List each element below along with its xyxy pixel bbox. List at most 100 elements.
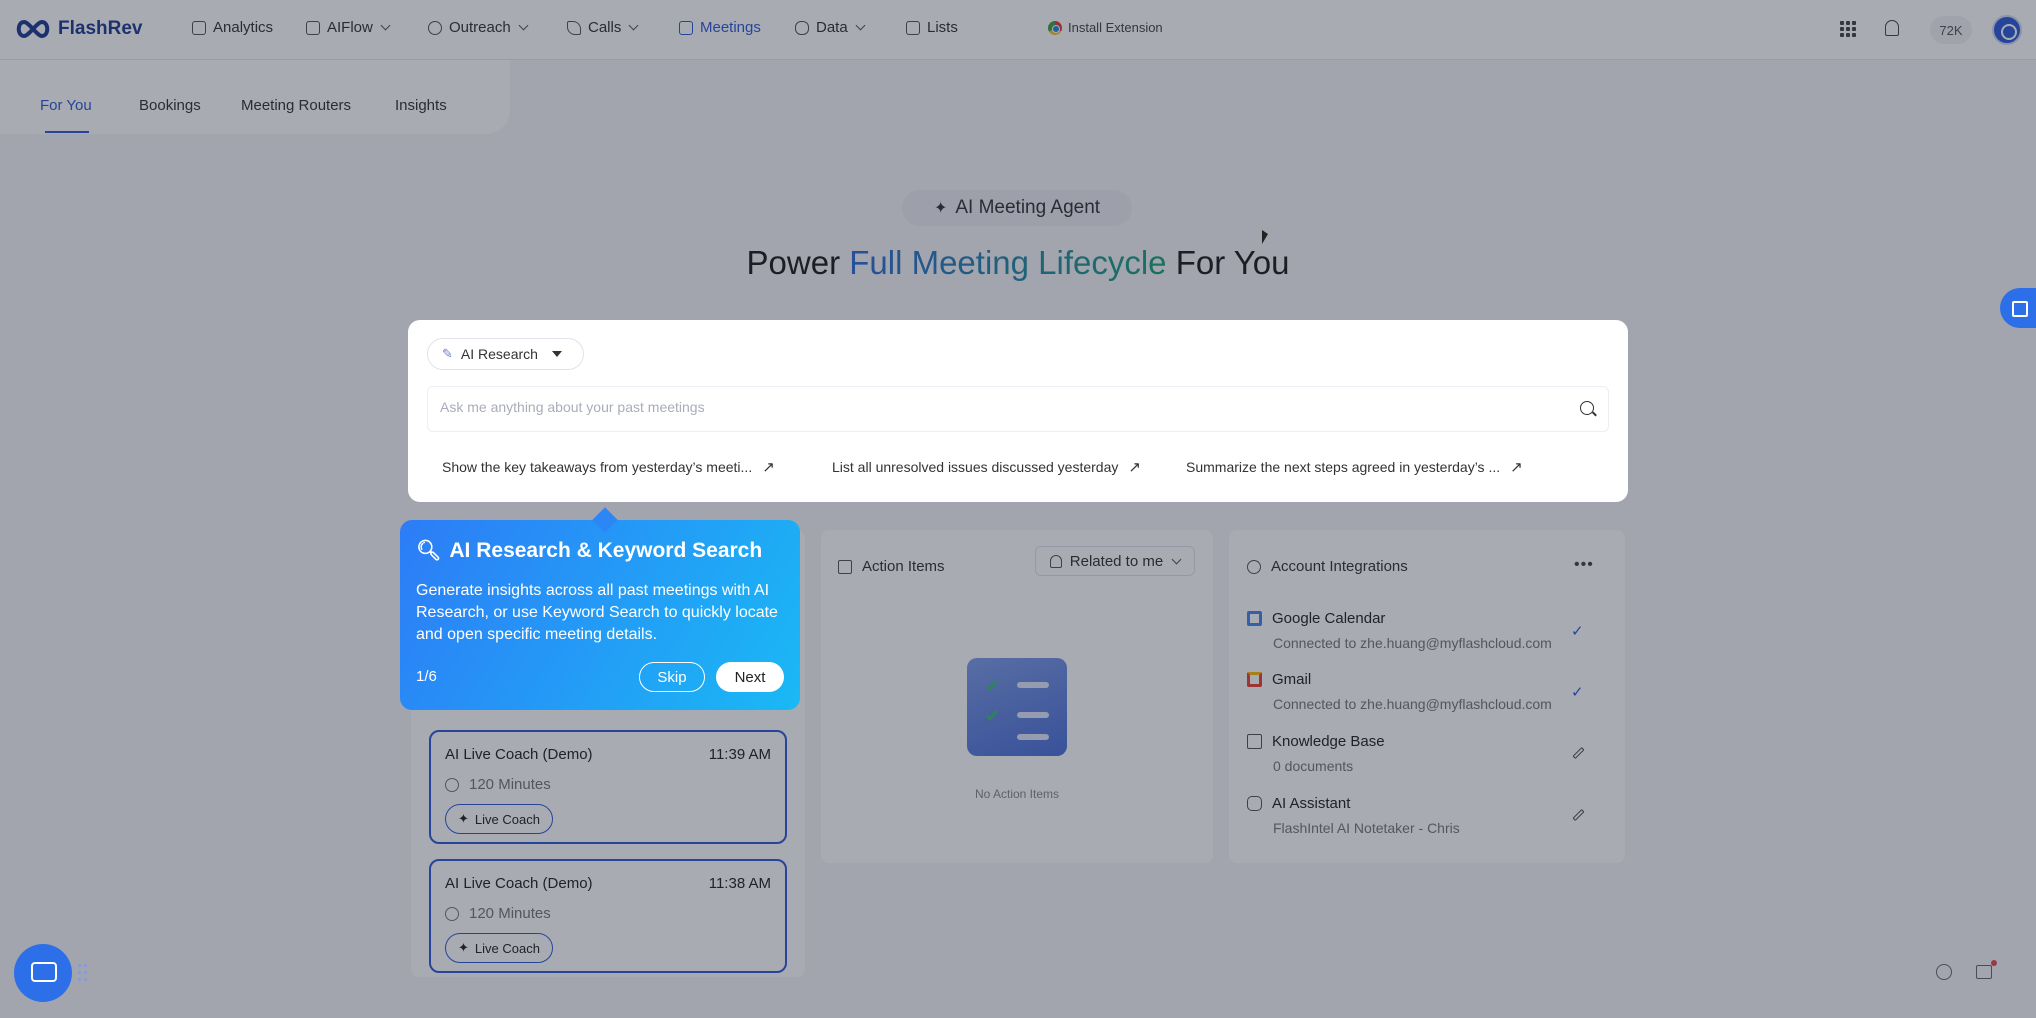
tab-meeting-routers[interactable]: Meeting Routers [241, 97, 351, 114]
clock-icon [445, 906, 459, 921]
side-panel-toggle[interactable] [2000, 288, 2036, 328]
nav-calls[interactable]: Calls [567, 19, 639, 36]
ai-search-card: ✎ AI Research Show the key takeaways fro… [408, 320, 1628, 502]
suggestion-chip[interactable]: Show the key takeaways from yesterday’s … [442, 458, 775, 476]
nav-label: Meetings [700, 19, 761, 36]
integration-detail: FlashIntel AI Notetaker - Chris [1273, 820, 1460, 836]
integration-gmail[interactable]: Gmail Connected to zhe.huang@myflashclou… [1247, 671, 1552, 712]
nav-label: Analytics [213, 19, 274, 36]
nav-label: Data [816, 19, 848, 36]
meeting-card[interactable]: AI Live Coach (Demo) 11:38 AM 120 Minute… [429, 859, 787, 973]
edit-pencil-icon[interactable] [1572, 746, 1585, 760]
book-icon [1247, 734, 1262, 749]
nav-label: AIFlow [327, 19, 373, 36]
video-icon [679, 20, 693, 35]
nav-data[interactable]: Data [795, 19, 866, 36]
panel-title-label: Action Items [862, 558, 945, 575]
robot-icon [1247, 796, 1262, 811]
tab-bookings[interactable]: Bookings [139, 97, 201, 114]
related-to-me-filter[interactable]: Related to me [1035, 546, 1195, 576]
hero-title-suffix: For You [1175, 244, 1290, 281]
search-mode-label: AI Research [460, 346, 538, 362]
nav-lists[interactable]: Lists [906, 19, 958, 36]
integration-detail: Connected to zhe.huang@myflashcloud.com [1273, 696, 1552, 712]
bell-icon[interactable] [1885, 20, 1899, 36]
tour-overlay [0, 0, 2036, 1018]
nav-label: Calls [588, 19, 622, 36]
tab-for-you[interactable]: For You [40, 97, 92, 114]
suggestion-chip[interactable]: List all unresolved issues discussed yes… [832, 458, 1141, 476]
meeting-subtabs: For You Bookings Meeting Routers Insight… [0, 60, 510, 134]
search-icon[interactable] [1580, 401, 1594, 415]
next-button[interactable]: Next [716, 662, 784, 692]
arrow-up-right-icon: ↗ [1128, 459, 1141, 476]
sparkle-icon: ✦ [458, 940, 469, 955]
nav-analytics[interactable]: Analytics [192, 19, 273, 36]
caret-down-icon [551, 351, 562, 357]
chevron-down-icon [1171, 554, 1182, 564]
search-mode-select[interactable]: ✎ AI Research [427, 338, 584, 370]
magnifier-icon: 🔍︎ [416, 540, 442, 562]
list-icon [906, 20, 920, 35]
live-coach-badge[interactable]: ✦ Live Coach [445, 933, 553, 963]
chevron-down-icon [855, 20, 866, 31]
nav-meetings[interactable]: Meetings [679, 19, 761, 36]
nav-outreach[interactable]: Outreach [428, 19, 529, 36]
integration-detail: Connected to zhe.huang@myflashcloud.com [1273, 635, 1552, 651]
app-name: FlashRev [58, 18, 143, 39]
checklist-icon [838, 559, 852, 574]
suggestion-chip[interactable]: Summarize the next steps agreed in yeste… [1186, 458, 1523, 476]
meeting-duration: 120 Minutes [445, 776, 551, 793]
nav-label: Lists [927, 19, 958, 36]
badge-label: Live Coach [474, 940, 540, 956]
empty-state-text: No Action Items [974, 787, 1060, 801]
nav-aiflow[interactable]: AIFlow [306, 19, 391, 36]
tooltip-title-label: AI Research & Keyword Search [449, 538, 763, 562]
tooltip-step-counter: 1/6 [416, 668, 437, 685]
ai-meeting-agent-badge: ✦ AI Meeting Agent [902, 190, 1132, 226]
history-icon[interactable] [1936, 964, 1952, 980]
hero-title: Power Full Meeting Lifecycle For You [0, 244, 2036, 282]
integration-knowledge-base[interactable]: Knowledge Base 0 documents [1247, 733, 1385, 774]
phone-icon [567, 20, 581, 35]
panel-title-label: Account Integrations [1271, 558, 1408, 575]
meeting-card[interactable]: AI Live Coach (Demo) 11:39 AM 120 Minute… [429, 730, 787, 844]
sparkle-icon: ✦ [458, 811, 469, 826]
action-items-panel: Action Items Related to me ✔ ✔ No Action… [821, 530, 1213, 863]
integration-ai-assistant[interactable]: AI Assistant FlashIntel AI Notetaker - C… [1247, 795, 1460, 836]
active-tab-underline [45, 131, 89, 133]
chevron-down-icon [518, 20, 529, 31]
integration-name: Knowledge Base [1272, 733, 1385, 750]
chat-support-button[interactable] [14, 944, 72, 1002]
tab-insights[interactable]: Insights [395, 97, 447, 114]
suggestion-text: List all unresolved issues discussed yes… [832, 459, 1119, 475]
person-icon [1049, 554, 1062, 568]
drag-handle-icon[interactable] [78, 964, 90, 982]
install-extension-link[interactable]: Install Extension [1048, 20, 1163, 35]
hero-title-prefix: Power [746, 244, 841, 281]
app-logo[interactable]: FlashRev [14, 18, 142, 40]
skip-button[interactable]: Skip [639, 662, 705, 692]
live-coach-badge[interactable]: ✦ Live Coach [445, 804, 553, 834]
badge-label: AI Meeting Agent [955, 197, 1101, 218]
search-input[interactable] [440, 399, 1540, 415]
duration-label: 120 Minutes [469, 776, 551, 793]
more-options-icon[interactable]: ••• [1574, 556, 1594, 574]
integration-google-calendar[interactable]: Google Calendar Connected to zhe.huang@m… [1247, 610, 1552, 651]
google-calendar-icon [1247, 611, 1262, 626]
top-nav: FlashRev Analytics AIFlow Outreach Calls… [0, 0, 2036, 60]
meeting-time: 11:38 AM [708, 875, 771, 892]
avatar[interactable] [1992, 15, 2022, 45]
mouse-cursor-icon [1262, 230, 1268, 244]
apps-grid-icon[interactable] [1840, 21, 1856, 37]
nav-label: Outreach [449, 19, 511, 36]
analytics-icon [192, 20, 206, 35]
badge-label: Live Coach [474, 811, 540, 827]
search-box [427, 386, 1609, 432]
hero-title-highlight: Full Meeting Lifecycle [849, 244, 1167, 281]
integration-name: AI Assistant [1272, 795, 1351, 812]
credits-badge[interactable]: 72K [1930, 16, 1972, 44]
gift-icon[interactable] [1976, 960, 1997, 979]
empty-checklist-illustration: ✔ ✔ [967, 658, 1067, 756]
edit-pencil-icon[interactable] [1572, 808, 1585, 822]
